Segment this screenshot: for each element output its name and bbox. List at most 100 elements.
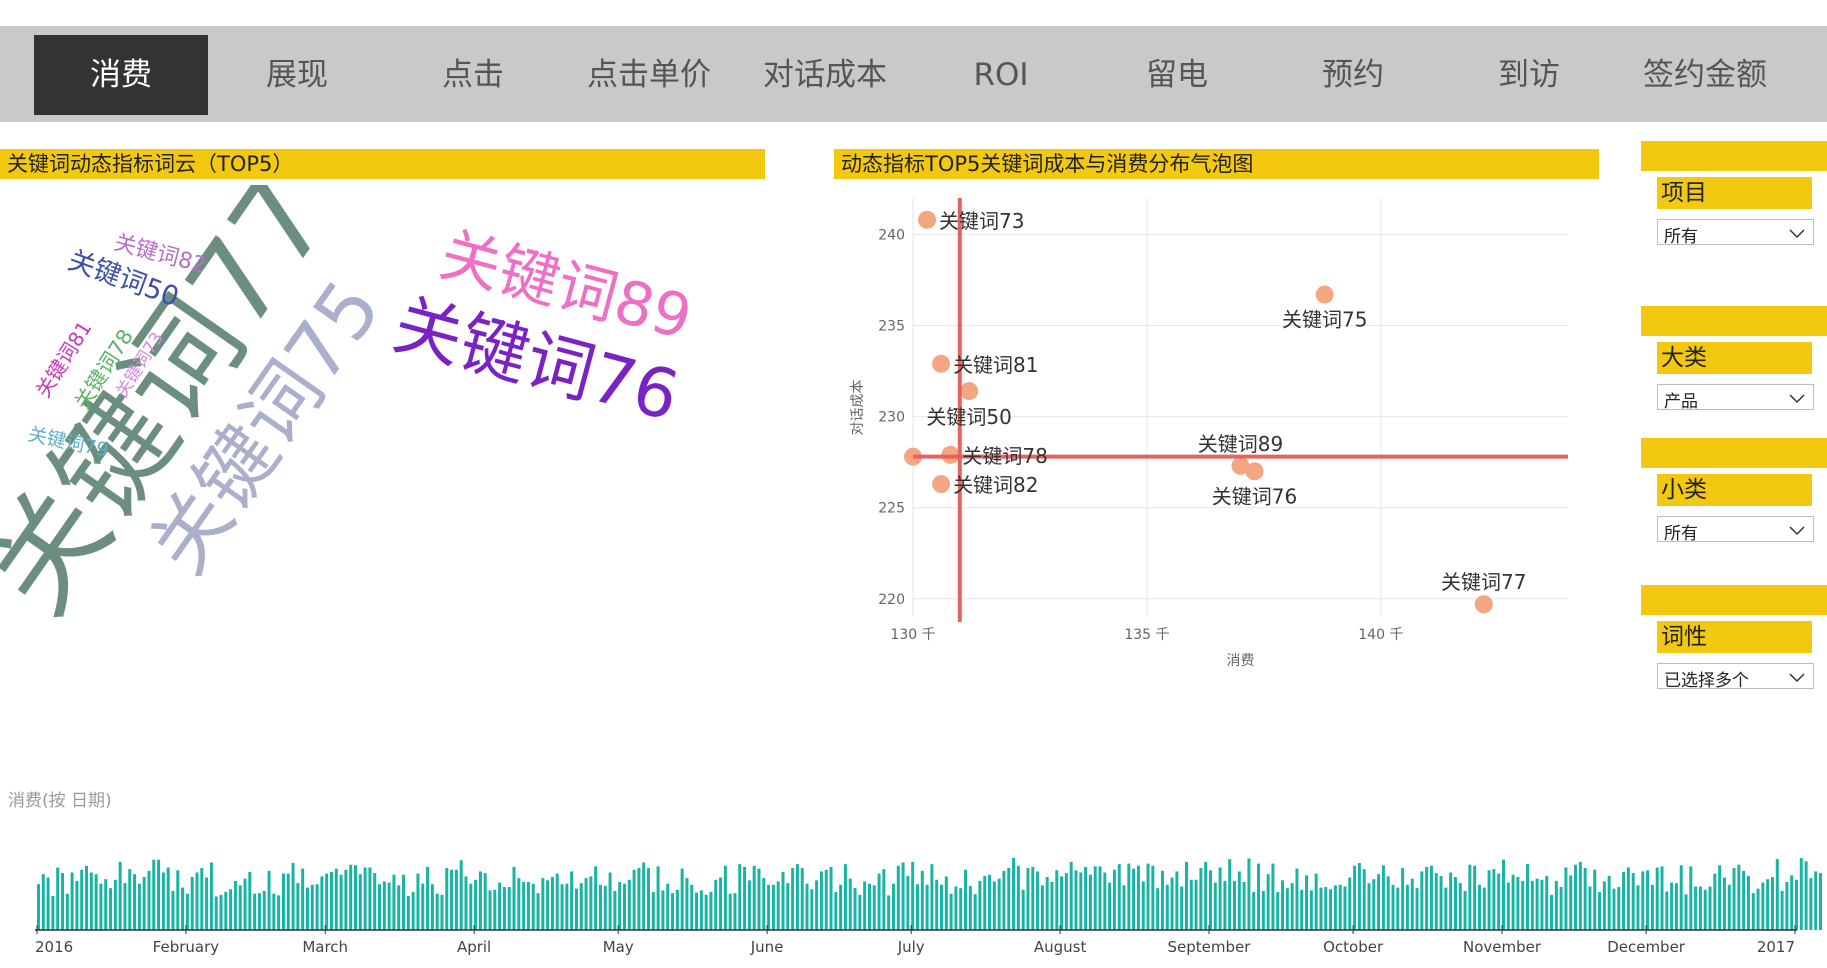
timeline-bar[interactable]	[1079, 872, 1083, 930]
timeline-bar[interactable]	[1732, 868, 1736, 930]
timeline-bar[interactable]	[1650, 884, 1654, 930]
timeline-bar[interactable]	[882, 869, 886, 930]
timeline-bar[interactable]	[839, 884, 843, 930]
timeline-bar[interactable]	[1064, 873, 1068, 930]
timeline-bar[interactable]	[301, 868, 305, 930]
timeline-bar[interactable]	[555, 873, 559, 930]
timeline-bar[interactable]	[1088, 874, 1092, 930]
timeline-bar[interactable]	[253, 893, 257, 930]
timeline-bar[interactable]	[1257, 863, 1261, 930]
tab-2[interactable]: 点击	[386, 35, 560, 115]
tab-0[interactable]: 消费	[34, 35, 208, 115]
timeline-bar[interactable]	[810, 889, 814, 930]
timeline-bar[interactable]	[565, 883, 569, 930]
timeline-bar[interactable]	[906, 875, 910, 930]
timeline-bar[interactable]	[440, 894, 444, 930]
timeline-bar[interactable]	[1602, 881, 1606, 930]
timeline-bar[interactable]	[315, 884, 319, 930]
timeline-bar[interactable]	[459, 860, 463, 930]
timeline-bar[interactable]	[1050, 882, 1054, 930]
timeline-bar[interactable]	[1780, 890, 1784, 930]
timeline-bar[interactable]	[1636, 885, 1640, 930]
timeline-bar[interactable]	[791, 868, 795, 930]
timeline-bar[interactable]	[406, 895, 410, 930]
timeline-bar[interactable]	[1526, 864, 1529, 930]
tab-3[interactable]: 点击单价	[562, 35, 736, 115]
timeline-bar[interactable]	[70, 872, 74, 930]
timeline-bar[interactable]	[128, 869, 132, 930]
timeline-bar[interactable]	[56, 867, 60, 930]
timeline-bar[interactable]	[1626, 867, 1630, 930]
timeline-bar[interactable]	[1016, 865, 1020, 930]
timeline-bar[interactable]	[767, 884, 771, 930]
timeline-bar[interactable]	[574, 888, 578, 930]
tab-6[interactable]: 留电	[1090, 35, 1264, 115]
timeline-bar[interactable]	[1160, 870, 1164, 930]
timeline-bar[interactable]	[334, 868, 338, 930]
timeline-bar[interactable]	[1497, 873, 1501, 930]
timeline-bar[interactable]	[661, 890, 665, 930]
timeline-bar[interactable]	[536, 893, 540, 930]
timeline-bar[interactable]	[1578, 861, 1582, 930]
timeline-bar[interactable]	[1151, 865, 1155, 930]
timeline-bar[interactable]	[474, 879, 478, 930]
bubble-point[interactable]	[932, 354, 951, 373]
timeline-bar[interactable]	[1132, 868, 1136, 930]
timeline-bar[interactable]	[632, 869, 636, 930]
timeline-bar[interactable]	[416, 873, 420, 930]
timeline-bar[interactable]	[1506, 882, 1510, 930]
timeline-bar[interactable]	[560, 884, 564, 930]
timeline-bar[interactable]	[1002, 870, 1006, 930]
timeline-bar[interactable]	[1295, 868, 1299, 930]
timeline-bar[interactable]	[1170, 877, 1174, 930]
timeline-bar[interactable]	[238, 885, 242, 930]
timeline-bar[interactable]	[493, 889, 497, 930]
timeline-bar[interactable]	[1622, 871, 1626, 930]
timeline-bar[interactable]	[46, 877, 50, 930]
timeline-bar[interactable]	[267, 870, 271, 930]
timeline-bar[interactable]	[1429, 865, 1433, 930]
timeline-bar[interactable]	[800, 868, 804, 930]
timeline-bar[interactable]	[1554, 880, 1558, 930]
timeline-bar[interactable]	[1814, 871, 1818, 930]
timeline-bar[interactable]	[1482, 887, 1486, 930]
timeline-bar[interactable]	[1194, 879, 1198, 930]
timeline-bar[interactable]	[916, 884, 919, 930]
timeline-bar[interactable]	[719, 877, 723, 930]
timeline-bar[interactable]	[891, 883, 895, 930]
timeline-bar[interactable]	[1410, 878, 1414, 930]
timeline-bar[interactable]	[637, 868, 641, 930]
timeline-bar[interactable]	[1040, 885, 1044, 930]
timeline-bar[interactable]	[1117, 864, 1121, 930]
timeline-bar[interactable]	[1530, 880, 1534, 930]
timeline-bar[interactable]	[819, 871, 823, 930]
timeline-bar[interactable]	[1665, 891, 1669, 930]
timeline-bar[interactable]	[109, 888, 113, 930]
timeline-bar[interactable]	[992, 881, 996, 930]
timeline-bar[interactable]	[781, 871, 785, 930]
timeline-bar[interactable]	[1516, 876, 1520, 930]
timeline-bar[interactable]	[243, 878, 247, 930]
timeline-bar[interactable]	[1108, 882, 1112, 930]
timeline-bar[interactable]	[378, 884, 382, 930]
timeline-bar[interactable]	[1362, 869, 1366, 930]
timeline-bar[interactable]	[1737, 864, 1741, 930]
timeline-bar[interactable]	[978, 880, 982, 930]
timeline-bar[interactable]	[1770, 876, 1774, 930]
timeline-bar[interactable]	[1804, 861, 1808, 930]
timeline-bar[interactable]	[757, 868, 761, 930]
timeline-bar[interactable]	[1492, 869, 1496, 930]
timeline-bar[interactable]	[1405, 884, 1409, 930]
timeline-bar[interactable]	[973, 894, 977, 930]
timeline-bar[interactable]	[723, 865, 727, 930]
timeline-bar[interactable]	[1746, 875, 1750, 930]
timeline-bar[interactable]	[709, 892, 713, 930]
timeline-bar[interactable]	[925, 884, 929, 930]
timeline-bar[interactable]	[368, 867, 372, 930]
timeline-bar[interactable]	[1199, 868, 1203, 930]
timeline-bar[interactable]	[185, 893, 189, 930]
timeline-bar[interactable]	[598, 884, 602, 930]
timeline-bar[interactable]	[1569, 875, 1573, 930]
timeline-bar[interactable]	[1324, 887, 1328, 930]
timeline-bar[interactable]	[1353, 865, 1357, 930]
